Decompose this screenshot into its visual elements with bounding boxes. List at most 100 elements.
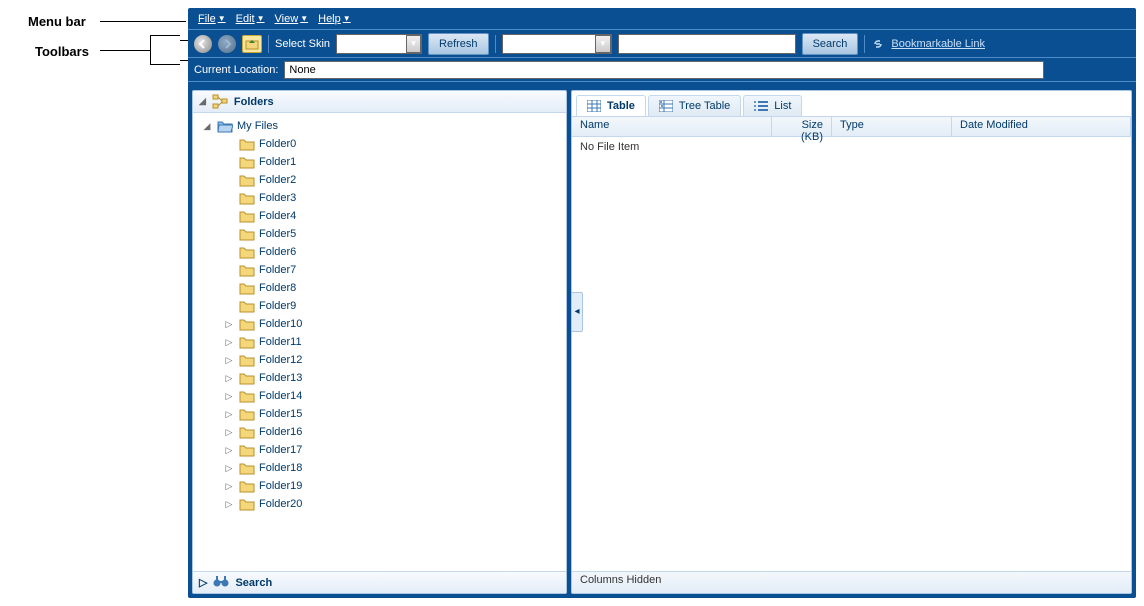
separator — [268, 35, 269, 53]
tree-item[interactable]: ▷ Folder16 — [193, 423, 566, 441]
disclosure-right-icon[interactable]: ▷ — [223, 373, 235, 384]
menu-bar: File▼ Edit▼ View▼ Help▼ — [188, 8, 1136, 30]
folder-icon — [239, 317, 255, 331]
filter-combo-input[interactable] — [503, 35, 595, 53]
disclosure-right-icon[interactable]: ▷ — [223, 409, 235, 420]
disclosure-right-icon[interactable]: ▷ — [223, 355, 235, 366]
menu-file[interactable]: File▼ — [194, 11, 230, 27]
folders-header[interactable]: ◢ Folders — [193, 91, 566, 113]
toolbar-primary: Select Skin ▼ Refresh ▼ Search Bookmarka… — [188, 30, 1136, 58]
folder-open-icon — [217, 119, 233, 133]
tree-root-label: My Files — [237, 120, 278, 132]
tree-item[interactable]: ▷Folder15 — [193, 405, 566, 423]
tree-item[interactable]: Folder8 — [193, 279, 566, 297]
folder-icon — [239, 371, 255, 385]
nav-up-button[interactable] — [242, 35, 262, 53]
view-tabs: Table Tree Table List — [572, 91, 1131, 117]
menu-view-label: View — [275, 13, 299, 25]
disclosure-right-icon[interactable]: ▷ — [199, 576, 207, 589]
tree-item-label: Folder16 — [259, 426, 302, 438]
folders-panel: ◢ Folders ◢ My Files Folder0 Folder1 Folde… — [192, 90, 567, 594]
app-window: File▼ Edit▼ View▼ Help▼ Select Skin ▼ Re… — [188, 8, 1136, 598]
tree-item[interactable]: ▷Folder13 — [193, 369, 566, 387]
tree-item[interactable]: Folder2 — [193, 171, 566, 189]
tree-item-label: Folder4 — [259, 210, 296, 222]
table-footer-text: Columns Hidden — [580, 574, 661, 586]
tree-item[interactable]: ▷ Folder12 — [193, 351, 566, 369]
refresh-button[interactable]: Refresh — [428, 33, 489, 55]
column-date-modified[interactable]: Date Modified — [952, 117, 1131, 136]
folder-icon — [239, 209, 255, 223]
tree-item[interactable]: Folder3 — [193, 189, 566, 207]
annotation-menu-bar: Menu bar — [28, 14, 86, 29]
bookmarkable-link[interactable]: Bookmarkable Link — [891, 38, 985, 50]
tree-item[interactable]: ▷Folder18 — [193, 459, 566, 477]
filter-combo-dropdown[interactable]: ▼ — [595, 35, 611, 53]
skin-combo-dropdown[interactable]: ▼ — [406, 35, 421, 53]
tree-item[interactable]: ▷ Folder19 — [193, 477, 566, 495]
folder-icon — [239, 443, 255, 457]
disclosure-right-icon[interactable]: ▷ — [223, 427, 235, 438]
folder-icon — [239, 173, 255, 187]
tree-item[interactable]: ▷Folder10 — [193, 315, 566, 333]
disclosure-right-icon[interactable]: ▷ — [223, 445, 235, 456]
tree-item[interactable]: Folder5 — [193, 225, 566, 243]
menu-edit[interactable]: Edit▼ — [232, 11, 269, 27]
tree-item[interactable]: Folder9 — [193, 297, 566, 315]
table-empty-text: No File Item — [580, 141, 1123, 153]
tree-item[interactable]: Folder4 — [193, 207, 566, 225]
nav-back-button[interactable] — [194, 35, 212, 53]
column-size[interactable]: Size (KB) — [772, 117, 832, 136]
tree-root[interactable]: ◢ My Files — [193, 117, 566, 135]
disclosure-down-icon[interactable]: ◢ — [199, 96, 206, 107]
disclosure-down-icon[interactable]: ◢ — [201, 121, 213, 132]
content-panel: Table Tree Table List Name Size (KB) Typ… — [571, 90, 1132, 594]
disclosure-right-icon[interactable]: ▷ — [223, 499, 235, 510]
search-input[interactable] — [618, 34, 796, 54]
folder-icon — [239, 191, 255, 205]
tab-tree-table[interactable]: Tree Table — [648, 95, 741, 116]
tree-item[interactable]: Folder0 — [193, 135, 566, 153]
panel-splitter[interactable]: ◂ — [571, 292, 583, 332]
tree-item-label: Folder19 — [259, 480, 302, 492]
tree-item-label: Folder17 — [259, 444, 302, 456]
skin-combo-input[interactable] — [337, 35, 406, 53]
annotation-toolbars: Toolbars — [35, 44, 89, 59]
disclosure-right-icon[interactable]: ▷ — [223, 481, 235, 492]
tree-item[interactable]: ▷ Folder17 — [193, 441, 566, 459]
column-name[interactable]: Name — [572, 117, 772, 136]
tab-table-label: Table — [607, 100, 635, 112]
current-location-input[interactable] — [284, 61, 1044, 79]
filter-combo[interactable]: ▼ — [502, 34, 612, 54]
tree-item[interactable]: ▷Folder11 — [193, 333, 566, 351]
link-icon — [871, 37, 885, 51]
nav-forward-button[interactable] — [218, 35, 236, 53]
tab-list[interactable]: List — [743, 95, 802, 116]
tree-item[interactable]: Folder1 — [193, 153, 566, 171]
caret-down-icon: ▼ — [343, 14, 351, 23]
folder-icon — [239, 281, 255, 295]
tree-item[interactable]: ▷Folder14 — [193, 387, 566, 405]
tree-item-label: Folder12 — [259, 354, 302, 366]
disclosure-right-icon[interactable]: ▷ — [223, 391, 235, 402]
skin-combo[interactable]: ▼ — [336, 34, 422, 54]
disclosure-right-icon[interactable]: ▷ — [223, 463, 235, 474]
search-button[interactable]: Search — [802, 33, 859, 55]
tree-item[interactable]: Folder7 — [193, 261, 566, 279]
tree-item-label: Folder1 — [259, 156, 296, 168]
disclosure-right-icon[interactable]: ▷ — [223, 337, 235, 348]
column-type[interactable]: Type — [832, 117, 952, 136]
table-header: Name Size (KB) Type Date Modified — [572, 117, 1131, 137]
disclosure-right-icon[interactable]: ▷ — [223, 319, 235, 330]
annotation-line-4 — [180, 60, 188, 61]
folder-icon — [239, 461, 255, 475]
tree-item[interactable]: Folder6 — [193, 243, 566, 261]
tab-table[interactable]: Table — [576, 95, 646, 116]
table-footer: Columns Hidden — [572, 571, 1131, 593]
menu-help[interactable]: Help▼ — [314, 11, 355, 27]
search-section-header[interactable]: ▷ Search — [193, 571, 566, 593]
tree-item[interactable]: ▷Folder20 — [193, 495, 566, 513]
folder-up-icon — [245, 38, 259, 50]
menu-view[interactable]: View▼ — [271, 11, 313, 27]
folder-icon — [239, 299, 255, 313]
